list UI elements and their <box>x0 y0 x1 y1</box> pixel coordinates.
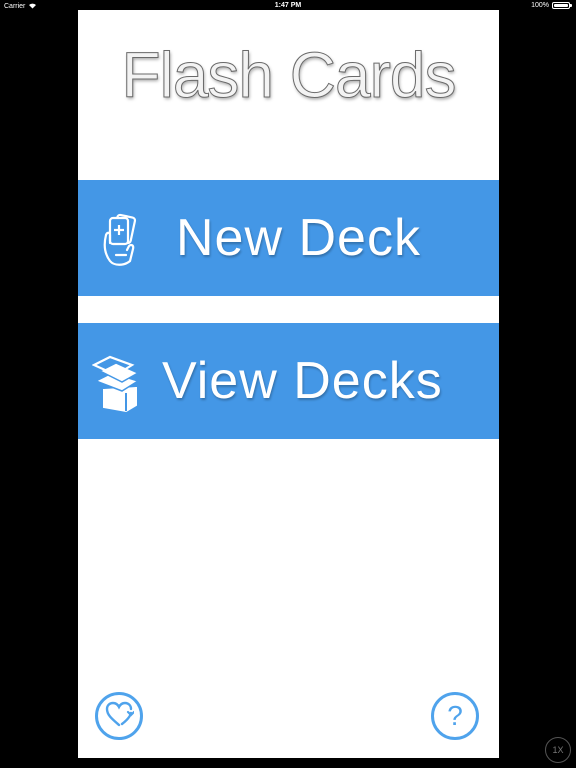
heart-refresh-icon <box>104 700 136 733</box>
help-button[interactable]: ? <box>431 692 479 740</box>
view-decks-label: View Decks <box>162 352 443 410</box>
view-decks-button[interactable]: View Decks <box>78 323 499 439</box>
card-stack-icon <box>91 355 144 418</box>
battery-group: 100% <box>531 2 572 9</box>
new-deck-label: New Deck <box>176 209 421 267</box>
new-deck-button[interactable]: New Deck <box>78 180 499 296</box>
battery-icon <box>552 2 572 9</box>
new-card-hand-icon <box>100 213 144 272</box>
app-title: Flash Cards <box>121 39 457 112</box>
battery-percent: 100% <box>531 2 549 9</box>
scale-badge[interactable]: 1X <box>545 737 571 763</box>
status-time: 1:47 PM <box>274 2 302 9</box>
favorite-button[interactable] <box>95 692 143 740</box>
help-icon: ? <box>447 700 463 731</box>
app-screen: Flash Cards New Deck View Decks ? <box>78 10 499 758</box>
